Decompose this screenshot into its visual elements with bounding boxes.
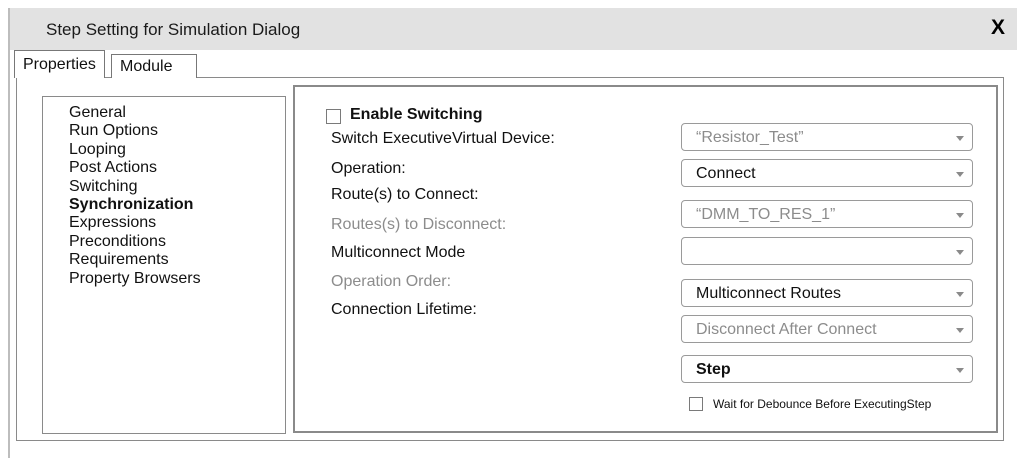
multiconnect-mode-label: Multiconnect Mode	[331, 244, 466, 261]
operation-value: Connect	[696, 165, 756, 182]
operation-order-dropdown[interactable]: Multiconnect Routes	[681, 279, 973, 307]
nav-item-post-actions[interactable]: Post Actions	[69, 159, 201, 177]
step-value: Step	[696, 361, 731, 378]
nav-item-synchronization[interactable]: Synchronization	[69, 196, 201, 214]
nav-item-property-browsers[interactable]: Property Browsers	[69, 270, 201, 288]
operation-dropdown[interactable]: Connect	[681, 159, 973, 187]
chevron-down-icon	[956, 292, 964, 297]
tab-module[interactable]: Module	[111, 54, 197, 78]
routes-connect-label: Route(s) to Connect:	[331, 186, 479, 203]
nav-item-general[interactable]: General	[69, 104, 201, 122]
switch-executive-value: “Resistor_Test”	[696, 129, 804, 146]
connection-lifetime-label: Connection Lifetime:	[331, 301, 477, 318]
connection-lifetime-value: Disconnect After Connect	[696, 321, 877, 338]
chevron-down-icon	[956, 172, 964, 177]
multiconnect-mode-dropdown[interactable]	[681, 237, 973, 265]
routes-connect-value: “DMM_TO_RES_1”	[696, 206, 836, 223]
tab-properties[interactable]: Properties	[14, 50, 105, 78]
category-list: General Run Options Looping Post Actions…	[69, 104, 201, 288]
title-bar: Step Setting for Simulation Dialog X	[10, 8, 1017, 50]
wait-debounce-checkbox[interactable]	[689, 397, 703, 411]
nav-item-preconditions[interactable]: Preconditions	[69, 233, 201, 251]
routes-disconnect-label: Routes(s) to Disconnect:	[331, 216, 507, 233]
chevron-down-icon	[956, 136, 964, 141]
routes-connect-dropdown[interactable]: “DMM_TO_RES_1”	[681, 200, 973, 228]
switch-executive-dropdown[interactable]: “Resistor_Test”	[681, 123, 973, 151]
operation-order-value: Multiconnect Routes	[696, 285, 841, 302]
dialog-title: Step Setting for Simulation Dialog	[46, 20, 301, 39]
step-dropdown[interactable]: Step	[681, 355, 973, 383]
nav-item-run-options[interactable]: Run Options	[69, 122, 201, 140]
nav-item-requirements[interactable]: Requirements	[69, 251, 201, 269]
chevron-down-icon	[956, 250, 964, 255]
enable-switching-checkbox[interactable]	[326, 109, 341, 124]
enable-switching-label: Enable Switching	[350, 106, 483, 123]
chevron-down-icon	[956, 328, 964, 333]
close-button[interactable]: X	[991, 16, 1005, 40]
wait-debounce-label: Wait for Debounce Before ExecutingStep	[713, 397, 932, 411]
chevron-down-icon	[956, 213, 964, 218]
operation-label: Operation:	[331, 160, 406, 177]
connection-lifetime-dropdown[interactable]: Disconnect After Connect	[681, 315, 973, 343]
operation-order-label: Operation Order:	[331, 273, 452, 290]
chevron-down-icon	[956, 368, 964, 373]
nav-item-switching[interactable]: Switching	[69, 178, 201, 196]
nav-item-expressions[interactable]: Expressions	[69, 214, 201, 232]
switch-executive-label: Switch ExecutiveVirtual Device:	[331, 130, 555, 147]
nav-item-looping[interactable]: Looping	[69, 141, 201, 159]
